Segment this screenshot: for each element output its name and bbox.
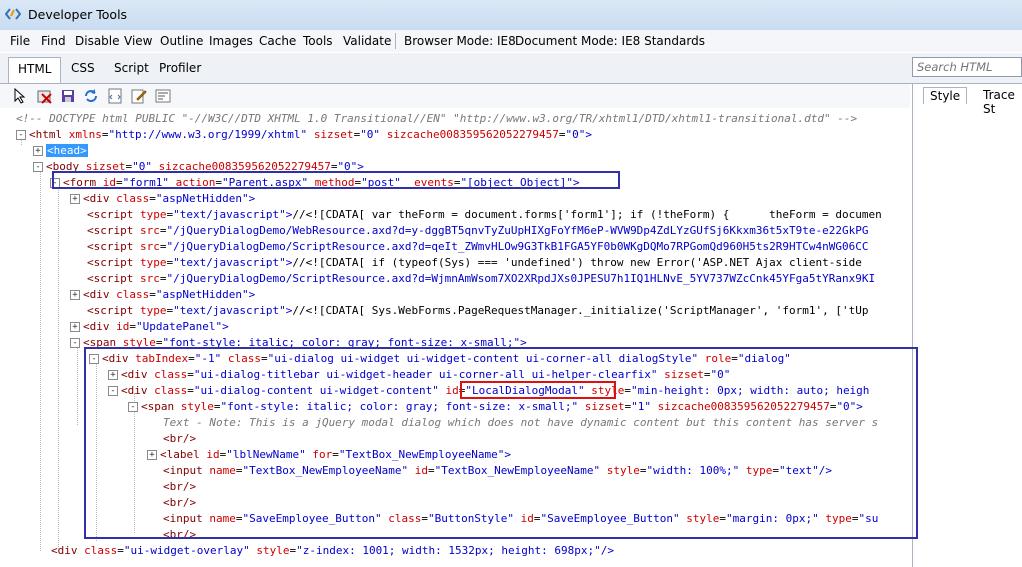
menu-separator <box>395 33 396 49</box>
dom-node[interactable]: <script src="/jQueryDialogDemo/ScriptRes… <box>87 271 875 287</box>
dom-icon[interactable] <box>107 88 123 104</box>
expand-icon[interactable]: + <box>33 146 43 156</box>
tree-guide <box>77 345 78 425</box>
dom-node[interactable]: + <div class="aspNetHidden"> <box>70 191 255 207</box>
expand-icon[interactable]: + <box>70 194 80 204</box>
dom-node[interactable]: + <head> <box>33 143 88 159</box>
tab-profiler[interactable]: Profiler <box>159 61 201 75</box>
select-element-icon[interactable] <box>12 88 28 104</box>
dom-node[interactable]: <script src="/jQueryDialogDemo/WebResour… <box>87 223 868 239</box>
tab-trace-styles[interactable]: Trace St <box>983 88 1022 116</box>
tree-guide <box>58 185 59 551</box>
window-title: Developer Tools <box>28 7 128 22</box>
menu-find[interactable]: Find <box>41 34 66 48</box>
tab-css[interactable]: CSS <box>71 61 95 75</box>
expand-icon[interactable]: + <box>70 290 80 300</box>
tree-guide <box>40 171 41 551</box>
menu-bar: File Find Disable View Outline Images Ca… <box>0 30 1022 52</box>
tab-html[interactable]: HTML <box>8 57 62 83</box>
collapse-icon[interactable]: - <box>33 162 43 172</box>
clear-icon[interactable] <box>37 88 53 104</box>
title-bar: Developer Tools <box>0 0 1022 30</box>
menu-file[interactable]: File <box>10 34 30 48</box>
dialog-id-highlight-box <box>460 381 616 399</box>
dom-node[interactable]: <script type="text/javascript">//<![CDAT… <box>87 303 869 319</box>
dom-node[interactable]: - <html xmlns="http://www.w3.org/1999/xht… <box>16 127 592 143</box>
tab-script[interactable]: Script <box>114 61 149 75</box>
search-html-input[interactable] <box>912 57 1022 77</box>
collapse-icon[interactable]: - <box>70 338 80 348</box>
refresh-icon[interactable] <box>83 88 99 104</box>
dom-node[interactable]: <script src="/jQueryDialogDemo/ScriptRes… <box>87 239 868 255</box>
dom-node[interactable]: <!-- DOCTYPE html PUBLIC "-//W3C//DTD XH… <box>16 111 857 127</box>
html-toolbar <box>0 84 910 108</box>
menu-outline[interactable]: Outline <box>160 34 203 48</box>
edit-icon[interactable] <box>131 88 147 104</box>
dom-node[interactable]: + <div class="aspNetHidden"> <box>70 287 255 303</box>
selected-node-head: <head> <box>46 144 88 157</box>
style-pane: Style Trace St <box>912 84 1022 567</box>
dialog-highlight-box <box>84 347 918 539</box>
browser-mode-menu[interactable]: Browser Mode: IE8 <box>404 34 516 48</box>
menu-validate[interactable]: Validate <box>343 34 391 48</box>
tab-style[interactable]: Style <box>923 87 968 104</box>
dom-node[interactable]: <script type="text/javascript">//<![CDAT… <box>87 207 882 223</box>
tab-bar: HTML CSS Script Profiler <box>0 53 1022 84</box>
menu-images[interactable]: Images <box>209 34 253 48</box>
form-highlight-box <box>52 171 620 189</box>
dom-node[interactable]: <script type="text/javascript">//<![CDAT… <box>87 255 862 271</box>
expand-icon[interactable]: + <box>70 322 80 332</box>
menu-disable[interactable]: Disable <box>75 34 120 48</box>
dom-node[interactable]: + <div id="UpdatePanel"> <box>70 319 229 335</box>
menu-cache[interactable]: Cache <box>259 34 296 48</box>
collapse-icon[interactable]: - <box>16 130 26 140</box>
dom-node[interactable]: <div class="ui-widget-overlay" style="z-… <box>51 543 614 559</box>
word-wrap-icon[interactable] <box>155 88 171 104</box>
save-icon[interactable] <box>60 88 76 104</box>
menu-view[interactable]: View <box>124 34 152 48</box>
document-mode-menu[interactable]: Document Mode: IE8 Standards <box>515 34 705 48</box>
menu-tools[interactable]: Tools <box>303 34 333 48</box>
developer-tools-icon <box>5 8 21 20</box>
